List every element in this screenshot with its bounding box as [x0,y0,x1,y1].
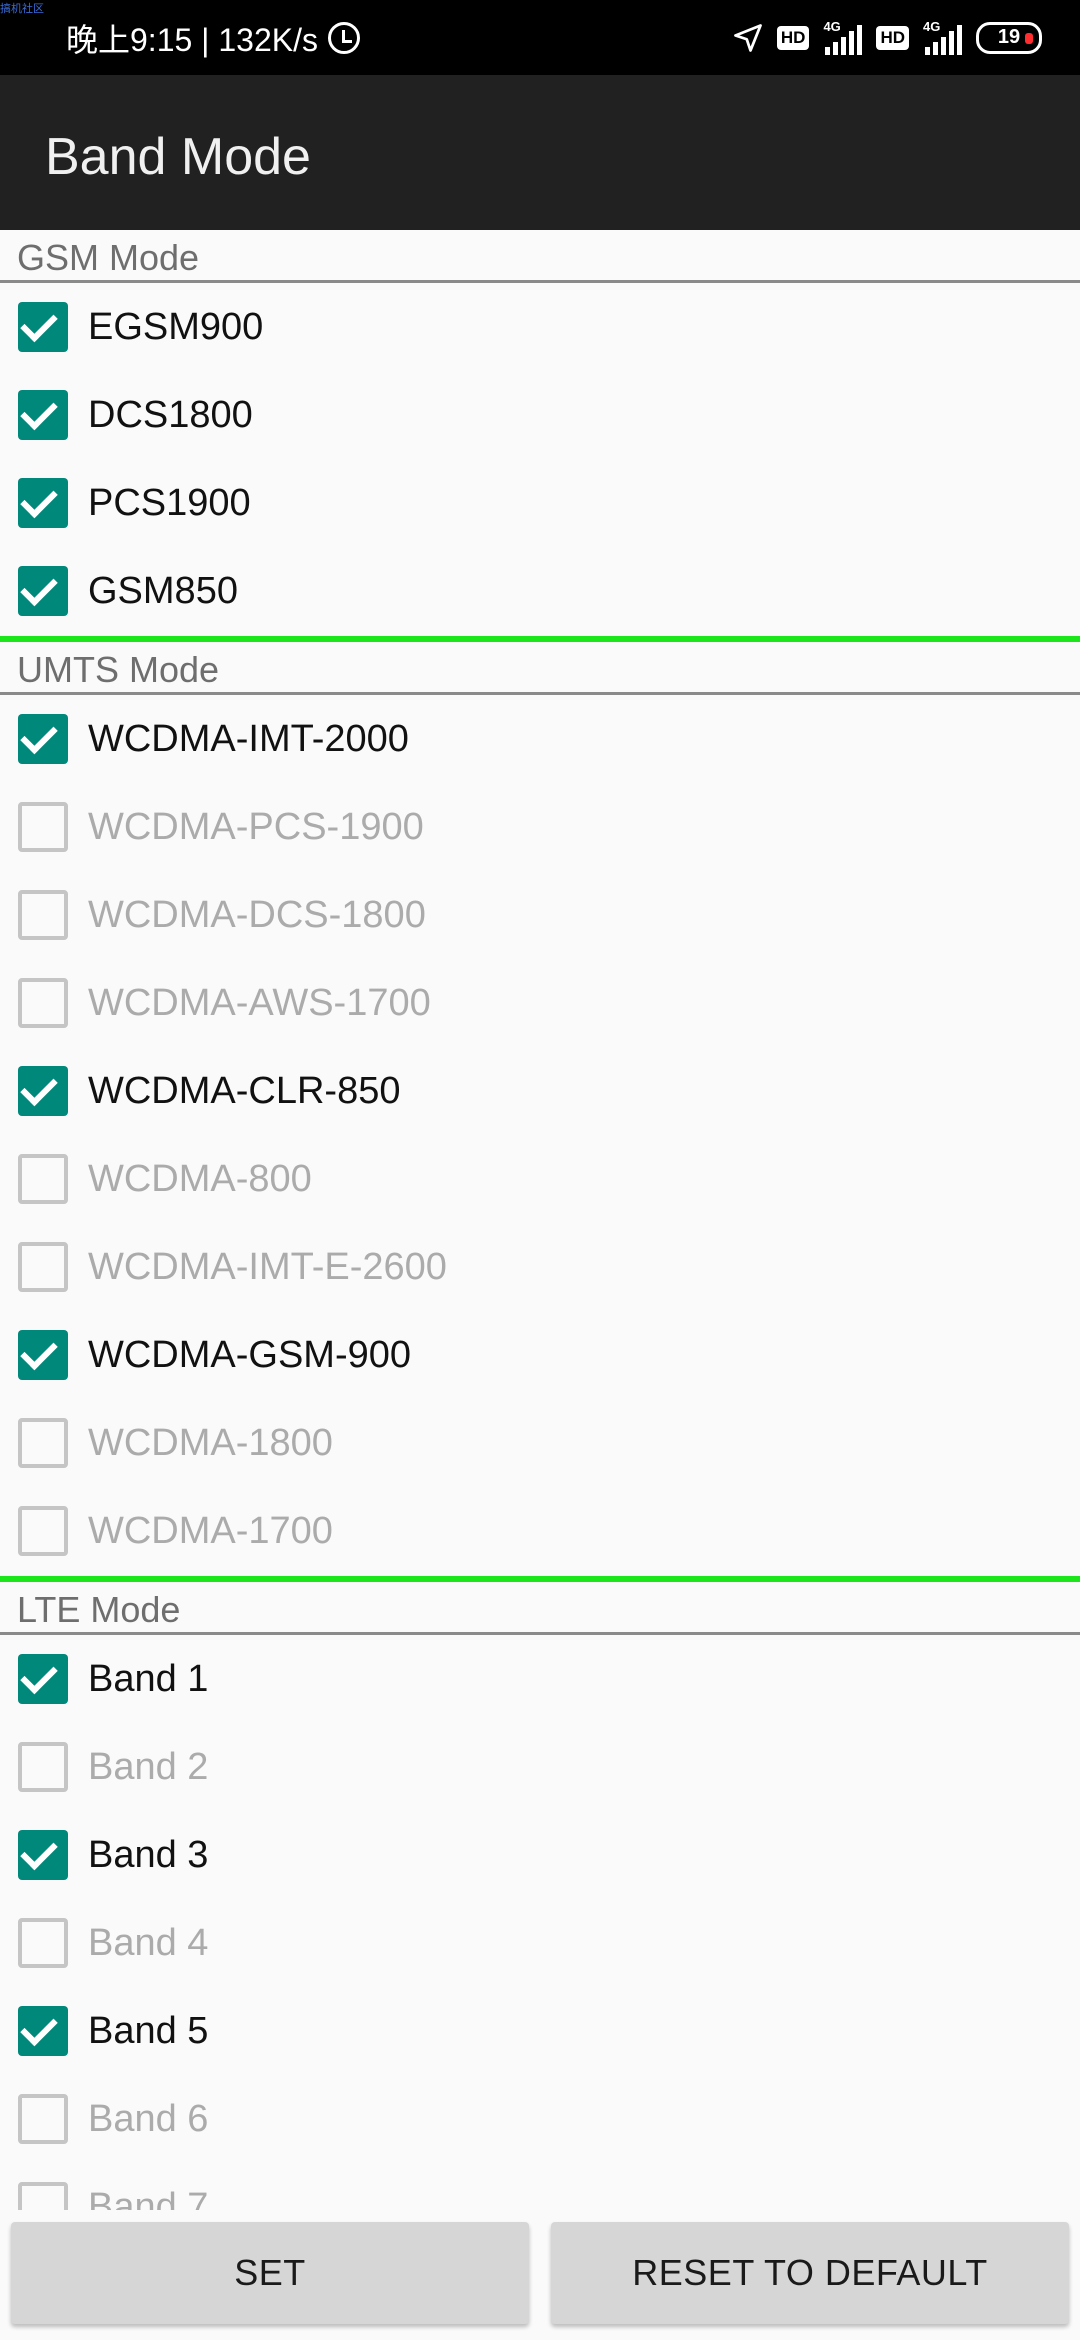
band-item[interactable]: WCDMA-IMT-E-2600 [0,1223,1080,1311]
hd-icon: HD [776,25,810,50]
band-item[interactable]: WCDMA-1700 [0,1487,1080,1575]
band-label: WCDMA-1800 [88,1421,333,1464]
band-item[interactable]: GSM850 [0,547,1080,635]
band-label: WCDMA-1700 [88,1509,333,1552]
band-label: WCDMA-PCS-1900 [88,805,424,848]
band-item[interactable]: WCDMA-IMT-2000 [0,695,1080,783]
checkbox-checked[interactable] [18,390,68,440]
checkbox-checked[interactable] [18,1830,68,1880]
status-bar: 搞机社区 晚上9:15 | 132K/s HD 4G HD 4G 19 [0,0,1080,75]
checkbox-unchecked[interactable] [18,1154,68,1204]
checkbox-checked[interactable] [18,1654,68,1704]
watermark: 搞机社区 [0,3,44,15]
location-arrow-icon [734,23,762,52]
reset-to-default-button[interactable]: RESET TO DEFAULT [551,2222,1069,2324]
checkbox-unchecked[interactable] [18,890,68,940]
lte-section-header: LTE Mode [0,1582,1080,1635]
band-label: WCDMA-800 [88,1157,312,1200]
band-list[interactable]: GSM Mode EGSM900 DCS1800 PCS1900 GSM850 UMT… [0,230,1080,2210]
band-item[interactable]: Band 5 [0,1987,1080,2075]
button-bar: SET RESET TO DEFAULT [0,2210,1080,2340]
checkbox-unchecked[interactable] [18,1742,68,1792]
checkbox-unchecked[interactable] [18,978,68,1028]
band-label: Band 4 [88,1921,209,1964]
checkbox-checked[interactable] [18,302,68,352]
checkbox-unchecked[interactable] [18,1506,68,1556]
gsm-section-header: GSM Mode [0,230,1080,283]
status-right: HD 4G HD 4G 19 [733,0,1042,75]
checkbox-unchecked[interactable] [18,2182,68,2210]
checkbox-unchecked[interactable] [18,802,68,852]
status-time: 晚上9:15 | 132K/s [66,21,319,58]
signal-icon: 4G [823,19,863,55]
band-item[interactable]: WCDMA-CLR-850 [0,1047,1080,1135]
band-item[interactable]: Band 7 [0,2163,1080,2210]
set-button[interactable]: SET [11,2222,529,2324]
band-item[interactable]: Band 6 [0,2075,1080,2163]
band-item[interactable]: WCDMA-1800 [0,1399,1080,1487]
band-item[interactable]: EGSM900 [0,283,1080,371]
signal-icon-2: 4G [923,19,962,55]
band-label: Band 1 [88,1657,209,1700]
lte-list: Band 1 Band 2 Band 3 Band 4 Band 5 Band 6 Band… [0,1635,1080,2210]
band-label: WCDMA-CLR-850 [88,1069,401,1112]
band-item[interactable]: WCDMA-DCS-1800 [0,871,1080,959]
band-label: WCDMA-IMT-E-2600 [88,1245,447,1288]
band-label: PCS1900 [88,481,251,524]
band-label: Band 6 [88,2097,209,2140]
band-label: Band 3 [88,1833,209,1876]
checkbox-unchecked[interactable] [18,1418,68,1468]
checkbox-checked[interactable] [18,1330,68,1380]
checkbox-checked[interactable] [18,2006,68,2056]
band-item[interactable]: PCS1900 [0,459,1080,547]
band-item[interactable]: WCDMA-GSM-900 [0,1311,1080,1399]
band-item[interactable]: Band 3 [0,1811,1080,1899]
gsm-list: EGSM900 DCS1800 PCS1900 GSM850 [0,283,1080,635]
band-label: GSM850 [88,569,238,612]
checkbox-checked[interactable] [18,566,68,616]
checkbox-checked[interactable] [18,714,68,764]
band-label: WCDMA-AWS-1700 [88,981,431,1024]
band-label: WCDMA-IMT-2000 [88,717,409,760]
page-title: Band Mode [45,128,311,186]
checkbox-unchecked[interactable] [18,1242,68,1292]
band-item[interactable]: Band 4 [0,1899,1080,1987]
battery-icon: 19 [976,21,1042,54]
band-label: Band 2 [88,1745,209,1788]
band-item[interactable]: Band 1 [0,1635,1080,1723]
band-item[interactable]: WCDMA-800 [0,1135,1080,1223]
band-label: DCS1800 [88,393,253,436]
band-item[interactable]: DCS1800 [0,371,1080,459]
band-item[interactable]: WCDMA-PCS-1900 [0,783,1080,871]
band-label: EGSM900 [88,305,264,348]
umts-section-header: UMTS Mode [0,642,1080,695]
status-left: 晚上9:15 | 132K/s [66,0,361,75]
hd-icon-2: HD [876,25,909,50]
alarm-icon [328,21,361,54]
checkbox-unchecked[interactable] [18,1918,68,1968]
band-item[interactable]: Band 2 [0,1723,1080,1811]
umts-list: WCDMA-IMT-2000 WCDMA-PCS-1900 WCDMA-DCS-18… [0,695,1080,1575]
band-label: WCDMA-DCS-1800 [88,893,426,936]
checkbox-checked[interactable] [18,1066,68,1116]
band-label: Band 7 [88,2185,209,2211]
checkbox-checked[interactable] [18,478,68,528]
app-bar: Band Mode [0,75,1080,230]
band-label: WCDMA-GSM-900 [88,1333,412,1376]
band-label: Band 5 [88,2009,209,2052]
band-item[interactable]: WCDMA-AWS-1700 [0,959,1080,1047]
checkbox-unchecked[interactable] [18,2094,68,2144]
